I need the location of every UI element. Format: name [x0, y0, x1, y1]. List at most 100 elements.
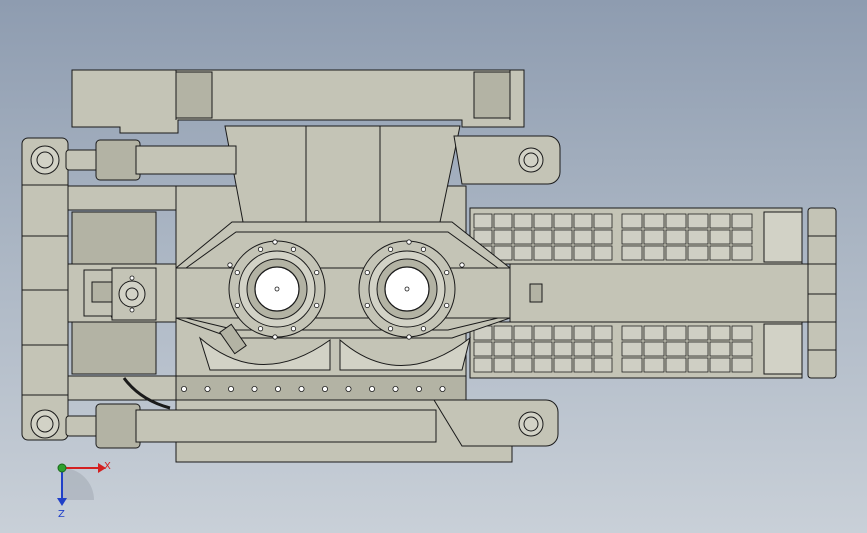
- grid-cell: [643, 357, 665, 373]
- flange-bolt: [314, 269, 320, 276]
- grid-cell: [493, 325, 513, 341]
- flange-bolt: [444, 302, 450, 309]
- grid-cell: [665, 325, 687, 341]
- base-bolt: [345, 385, 352, 392]
- grid-cell: [593, 245, 613, 261]
- grid-cell: [687, 325, 709, 341]
- base-bolt: [251, 385, 258, 392]
- grid-cell: [513, 341, 533, 357]
- grid-cell: [513, 213, 533, 229]
- grid-cell: [643, 229, 665, 245]
- grid-cell: [573, 229, 593, 245]
- grid-cell: [731, 229, 753, 245]
- housing-bolt: [227, 262, 233, 268]
- grid-cell: [643, 325, 665, 341]
- grid-cell: [593, 229, 613, 245]
- grid-cell: [573, 357, 593, 373]
- grid-cell: [731, 341, 753, 357]
- grid-cell: [513, 229, 533, 245]
- grid-cell: [593, 325, 613, 341]
- flange-bolt: [364, 269, 370, 276]
- grid-cell: [573, 245, 593, 261]
- grid-cell: [593, 213, 613, 229]
- grid-cell: [731, 357, 753, 373]
- grid-cell: [731, 325, 753, 341]
- triad-y-axis: [57, 463, 67, 473]
- grid-cell: [493, 341, 513, 357]
- grid-cell: [665, 341, 687, 357]
- grid-cell: [709, 341, 731, 357]
- z-axis-label: Z: [58, 509, 65, 520]
- grid-cell: [687, 213, 709, 229]
- grid-cell: [643, 245, 665, 261]
- flange-bolt: [387, 246, 394, 252]
- flange-bolt: [290, 326, 297, 332]
- grid-cell: [709, 245, 731, 261]
- grid-cell: [593, 341, 613, 357]
- grid-cell: [665, 213, 687, 229]
- grid-cell: [665, 245, 687, 261]
- flange-bolt: [234, 269, 240, 276]
- grid-cell: [493, 213, 513, 229]
- grid-cell: [533, 229, 553, 245]
- bearing-left: [228, 240, 326, 338]
- grid-cell: [553, 245, 573, 261]
- grid-cell: [643, 341, 665, 357]
- grid-cell: [665, 357, 687, 373]
- housing-bolt: [406, 239, 412, 245]
- base-bolt: [227, 385, 234, 392]
- grid-cell: [513, 325, 533, 341]
- grid-cell: [533, 245, 553, 261]
- grid-cell: [621, 325, 643, 341]
- grid-cell: [493, 357, 513, 373]
- housing-bolt: [459, 262, 465, 268]
- flange-bolt: [257, 246, 264, 252]
- grid-cell: [573, 213, 593, 229]
- grid-cell: [553, 341, 573, 357]
- feed-hopper: [224, 125, 461, 223]
- base-bolt: [298, 385, 305, 392]
- flange-bolt: [314, 302, 320, 309]
- housing-bolt: [272, 239, 278, 245]
- base-bolt: [274, 385, 281, 392]
- flange-bolt: [257, 326, 264, 332]
- cad-viewport[interactable]: X Z: [0, 0, 867, 533]
- grid-cell: [533, 325, 553, 341]
- grid-cell: [573, 325, 593, 341]
- grid-cell: [643, 213, 665, 229]
- top-frame-beam: [71, 69, 525, 134]
- base-bolt: [392, 385, 399, 392]
- grid-cell: [687, 245, 709, 261]
- grid-cell: [665, 229, 687, 245]
- housing-bolt: [272, 334, 278, 340]
- grid-cell: [621, 229, 643, 245]
- grid-cell: [621, 357, 643, 373]
- grid-cell: [473, 341, 493, 357]
- flange-bolt: [364, 302, 370, 309]
- crusher-assembly-drawing: X Z: [21, 69, 837, 520]
- grid-cell: [709, 213, 731, 229]
- grid-cell: [553, 213, 573, 229]
- left-end-frame: [21, 137, 69, 441]
- bearing-housing: [175, 221, 511, 339]
- base-bolt: [439, 385, 446, 392]
- grid-cell: [731, 213, 753, 229]
- grid-cell: [473, 213, 493, 229]
- grid-cell: [553, 229, 573, 245]
- grid-cell: [709, 229, 731, 245]
- x-axis-label: X: [104, 461, 111, 472]
- base-bolt: [415, 385, 422, 392]
- flange-bolt: [420, 246, 427, 252]
- grid-cell: [621, 213, 643, 229]
- flange-bolt: [387, 326, 394, 332]
- grid-cell: [709, 325, 731, 341]
- grid-cell: [513, 357, 533, 373]
- grid-cell: [709, 357, 731, 373]
- grid-cell: [573, 341, 593, 357]
- base-bolt: [180, 385, 187, 392]
- grid-cell: [621, 341, 643, 357]
- grid-cell: [533, 213, 553, 229]
- flange-bolt: [420, 326, 427, 332]
- housing-bolt: [406, 334, 412, 340]
- base-bolt: [321, 385, 328, 392]
